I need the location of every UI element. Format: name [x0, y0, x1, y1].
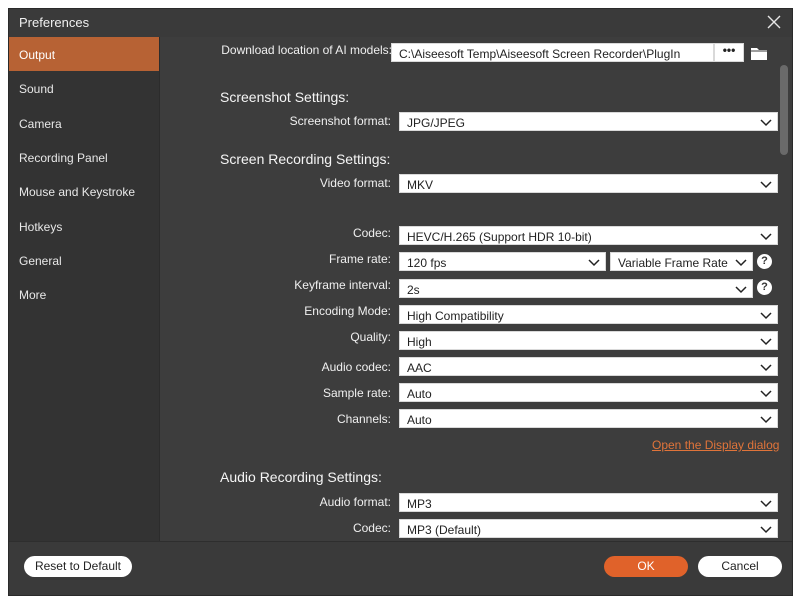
audio-codec-recording-label: Codec: — [352, 521, 391, 535]
open-display-dialog-link[interactable]: Open the Display dialog — [652, 438, 779, 452]
dialog-footer: Reset to Default OK Cancel — [9, 541, 792, 595]
sidebar-item-label: More — [19, 288, 47, 302]
frame-rate-mode-value: Variable Frame Rate — [618, 256, 728, 270]
quality-select[interactable]: High — [399, 331, 778, 350]
chevron-down-icon — [760, 364, 772, 372]
audio-codec-select[interactable]: AAC — [399, 357, 778, 376]
encoding-mode-select[interactable]: High Compatibility — [399, 305, 778, 324]
sample-rate-value: Auto — [407, 387, 432, 401]
screenshot-settings-heading: Screenshot Settings: — [220, 89, 350, 105]
reset-to-default-button[interactable]: Reset to Default — [24, 556, 132, 577]
keyframe-interval-value: 2s — [407, 283, 420, 297]
chevron-down-icon — [760, 119, 772, 127]
preferences-window: Preferences Output Sound Camera Recordin… — [8, 8, 793, 596]
sidebar-item-label: Mouse and Keystroke — [19, 185, 136, 199]
chevron-down-icon — [760, 338, 772, 346]
audio-codec-label: Audio codec: — [321, 360, 391, 374]
screenshot-format-label: Screenshot format: — [289, 114, 391, 128]
chevron-down-icon — [760, 390, 772, 398]
vertical-scrollbar[interactable] — [780, 65, 788, 155]
chevron-down-icon — [760, 312, 772, 320]
codec-select[interactable]: HEVC/H.265 (Support HDR 10-bit) — [399, 226, 778, 245]
audio-format-value: MP3 — [407, 497, 432, 511]
download-location-label: Download location of AI models: — [221, 43, 392, 57]
keyframe-interval-label: Keyframe interval: — [294, 278, 391, 292]
codec-value: HEVC/H.265 (Support HDR 10-bit) — [407, 230, 592, 244]
sidebar-item-more[interactable]: More — [9, 277, 159, 311]
sidebar-item-label: Recording Panel — [19, 151, 108, 165]
chevron-down-icon — [760, 233, 772, 241]
chevron-down-icon — [760, 181, 772, 189]
sidebar-item-sound[interactable]: Sound — [9, 71, 159, 105]
browse-button[interactable]: ••• — [714, 43, 744, 62]
video-format-select[interactable]: MKV — [399, 174, 778, 193]
audio-codec-value: AAC — [407, 361, 432, 375]
sidebar-item-label: General — [19, 254, 62, 268]
chevron-down-icon — [588, 259, 600, 267]
quality-value: High — [407, 335, 432, 349]
close-button[interactable] — [766, 14, 782, 30]
output-settings-panel: Download location of AI models: C:\Aisee… — [160, 37, 792, 541]
sample-rate-label: Sample rate: — [322, 386, 391, 400]
frame-rate-help-icon[interactable]: ? — [757, 254, 772, 269]
open-folder-button[interactable] — [750, 45, 768, 61]
codec-label: Codec: — [352, 226, 391, 240]
frame-rate-select[interactable]: 120 fps — [399, 252, 606, 271]
chevron-down-icon — [735, 259, 747, 267]
sidebar-item-recording-panel[interactable]: Recording Panel — [9, 140, 159, 174]
chevron-down-icon — [760, 416, 772, 424]
frame-rate-value: 120 fps — [407, 256, 447, 270]
sidebar-item-general[interactable]: General — [9, 243, 159, 277]
chevron-down-icon — [735, 286, 747, 294]
frame-rate-mode-select[interactable]: Variable Frame Rate — [610, 252, 753, 271]
channels-label: Channels: — [336, 412, 391, 426]
audio-format-label: Audio format: — [319, 495, 391, 509]
audio-recording-codec-value: MP3 (Default) — [407, 523, 482, 537]
quality-label: Quality: — [350, 330, 391, 344]
video-format-value: MKV — [407, 178, 434, 192]
sidebar-item-hotkeys[interactable]: Hotkeys — [9, 209, 159, 243]
sample-rate-select[interactable]: Auto — [399, 383, 778, 402]
sidebar-item-output[interactable]: Output — [9, 37, 159, 71]
download-path-field[interactable]: C:\Aiseesoft Temp\Aiseesoft Screen Recor… — [391, 43, 714, 62]
audio-recording-settings-heading: Audio Recording Settings: — [220, 469, 382, 485]
chevron-down-icon — [760, 526, 772, 534]
chevron-down-icon — [760, 500, 772, 508]
encoding-mode-label: Encoding Mode: — [304, 304, 391, 318]
video-format-label: Video format: — [319, 176, 391, 190]
screenshot-format-select[interactable]: JPG/JPEG — [399, 112, 778, 131]
sidebar-item-label: Camera — [19, 117, 62, 131]
sidebar: Output Sound Camera Recording Panel Mous… — [9, 37, 159, 541]
folder-icon — [751, 48, 767, 60]
sidebar-item-label: Hotkeys — [19, 220, 63, 234]
encoding-mode-value: High Compatibility — [407, 309, 504, 323]
audio-recording-codec-select[interactable]: MP3 (Default) — [399, 519, 778, 538]
audio-format-select[interactable]: MP3 — [399, 493, 778, 512]
sidebar-item-camera[interactable]: Camera — [9, 106, 159, 140]
screen-recording-settings-heading: Screen Recording Settings: — [220, 151, 391, 167]
screenshot-format-value: JPG/JPEG — [407, 116, 466, 130]
sidebar-item-label: Sound — [19, 82, 54, 96]
keyframe-interval-select[interactable]: 2s — [399, 279, 753, 298]
keyframe-help-icon[interactable]: ? — [757, 280, 772, 295]
frame-rate-label: Frame rate: — [328, 252, 391, 266]
sidebar-item-mouse-keystroke[interactable]: Mouse and Keystroke — [9, 174, 159, 208]
close-icon — [767, 15, 781, 29]
title-bar: Preferences — [9, 9, 792, 37]
channels-value: Auto — [407, 413, 432, 427]
cancel-button[interactable]: Cancel — [698, 556, 782, 577]
channels-select[interactable]: Auto — [399, 409, 778, 428]
window-title: Preferences — [19, 15, 90, 30]
download-path-value: C:\Aiseesoft Temp\Aiseesoft Screen Recor… — [399, 47, 681, 61]
sidebar-item-label: Output — [19, 48, 56, 62]
ok-button[interactable]: OK — [604, 556, 688, 577]
